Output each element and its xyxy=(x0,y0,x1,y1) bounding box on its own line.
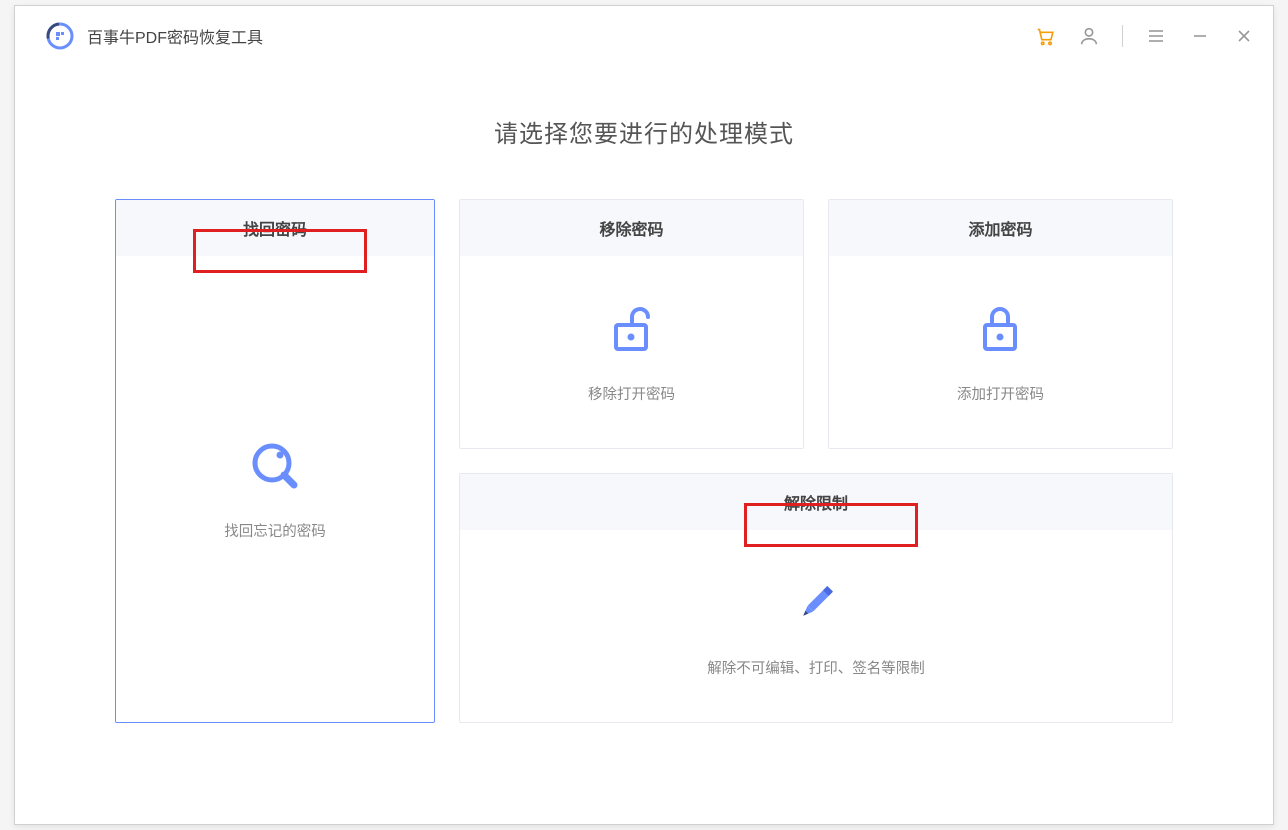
card-body: 解除不可编辑、打印、签名等限制 xyxy=(460,530,1172,722)
card-title: 找回密码 xyxy=(243,216,307,240)
app-logo-icon xyxy=(45,21,75,51)
card-title: 添加密码 xyxy=(968,216,1032,240)
titlebar: 百事牛PDF密码恢复工具 xyxy=(15,6,1273,66)
close-icon[interactable] xyxy=(1233,25,1255,47)
card-title: 解除限制 xyxy=(784,490,848,514)
card-recover-password[interactable]: 找回密码 找回忘记的密码 xyxy=(115,199,435,723)
card-header: 添加密码 xyxy=(829,200,1172,256)
titlebar-right xyxy=(1034,25,1255,47)
titlebar-left: 百事牛PDF密码恢复工具 xyxy=(45,21,263,51)
main-area: 请选择您要进行的处理模式 找回密码 找回忘记的密码 xyxy=(15,66,1273,763)
pencil-icon xyxy=(788,575,844,631)
page-title: 请选择您要进行的处理模式 xyxy=(115,114,1173,149)
card-desc: 解除不可编辑、打印、签名等限制 xyxy=(707,657,925,678)
cards-grid: 找回密码 找回忘记的密码 移除密码 xyxy=(115,199,1173,723)
card-header: 移除密码 xyxy=(460,200,803,256)
card-header: 解除限制 xyxy=(460,474,1172,530)
unlock-icon xyxy=(604,301,660,357)
card-title: 移除密码 xyxy=(599,216,663,240)
card-add-password[interactable]: 添加密码 添加打开密码 xyxy=(828,199,1173,449)
app-window: 百事牛PDF密码恢复工具 xyxy=(14,5,1274,825)
menu-icon[interactable] xyxy=(1145,25,1167,47)
card-remove-restriction[interactable]: 解除限制 解除不可编辑、打印、签名等限制 xyxy=(459,473,1173,723)
card-remove-password[interactable]: 移除密码 移除打开密码 xyxy=(459,199,804,449)
lock-icon xyxy=(973,301,1029,357)
card-body: 添加打开密码 xyxy=(829,256,1172,448)
card-desc: 移除打开密码 xyxy=(588,383,675,404)
card-body: 移除打开密码 xyxy=(460,256,803,448)
magnifier-icon xyxy=(247,438,303,494)
user-icon[interactable] xyxy=(1078,25,1100,47)
cart-icon[interactable] xyxy=(1034,25,1056,47)
card-desc: 添加打开密码 xyxy=(957,383,1044,404)
titlebar-divider xyxy=(1122,25,1123,47)
card-body: 找回忘记的密码 xyxy=(116,256,434,722)
app-title: 百事牛PDF密码恢复工具 xyxy=(87,24,263,48)
card-header: 找回密码 xyxy=(116,200,434,256)
card-desc: 找回忘记的密码 xyxy=(224,520,326,541)
minimize-icon[interactable] xyxy=(1189,25,1211,47)
